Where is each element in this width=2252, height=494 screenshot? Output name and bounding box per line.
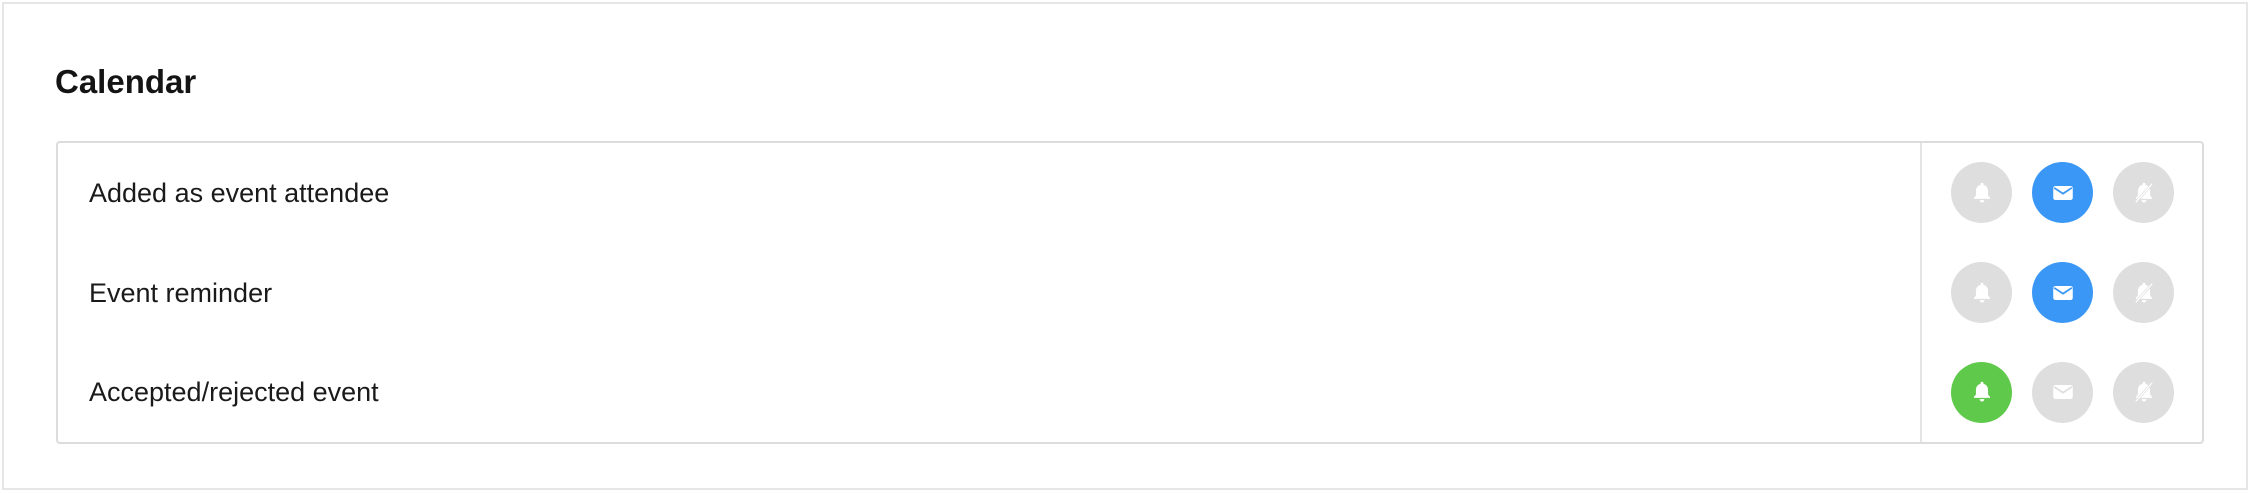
- push-toggle-button[interactable]: [1951, 262, 2012, 323]
- channel-toggle-row: [1922, 342, 2202, 442]
- bell-slash-icon: [2133, 182, 2154, 204]
- bell-slash-icon: [2133, 281, 2154, 304]
- mute-toggle-button[interactable]: [2113, 262, 2174, 323]
- row-label-accepted-rejected: Accepted/rejected event: [89, 377, 379, 408]
- channel-toggle-row: [1922, 143, 2202, 243]
- envelope-icon: [2052, 185, 2073, 200]
- push-toggle-button[interactable]: [1951, 361, 2012, 423]
- email-toggle-button[interactable]: [2032, 361, 2093, 423]
- row-label-event-reminder: Event reminder: [89, 277, 273, 308]
- notification-settings-panel: Calendar Added as event attendee Event r…: [2, 2, 2248, 490]
- calendar-notification-table: Added as event attendee Event reminder A…: [56, 141, 2204, 444]
- email-toggle-button[interactable]: [2032, 262, 2093, 323]
- table-row: Accepted/rejected event: [58, 342, 1920, 442]
- bell-icon: [1973, 182, 1990, 203]
- section-title: Calendar: [55, 63, 197, 100]
- bell-slash-icon: [2133, 381, 2154, 403]
- table-row: Added as event attendee: [58, 143, 1920, 243]
- push-toggle-button[interactable]: [1951, 162, 2012, 224]
- bell-icon: [1973, 381, 1990, 402]
- table-row: Event reminder: [58, 243, 1920, 343]
- bell-icon: [1973, 282, 1990, 303]
- mute-toggle-button[interactable]: [2113, 361, 2174, 423]
- email-toggle-button[interactable]: [2032, 162, 2093, 224]
- mute-toggle-button[interactable]: [2113, 162, 2174, 224]
- envelope-icon: [2052, 285, 2073, 300]
- channel-toggles-column: [1920, 143, 2202, 442]
- row-label-added-as-attendee: Added as event attendee: [89, 177, 390, 208]
- channel-toggle-row: [1922, 243, 2202, 343]
- labels-column: Added as event attendee Event reminder A…: [58, 143, 1920, 442]
- envelope-icon: [2052, 385, 2073, 400]
